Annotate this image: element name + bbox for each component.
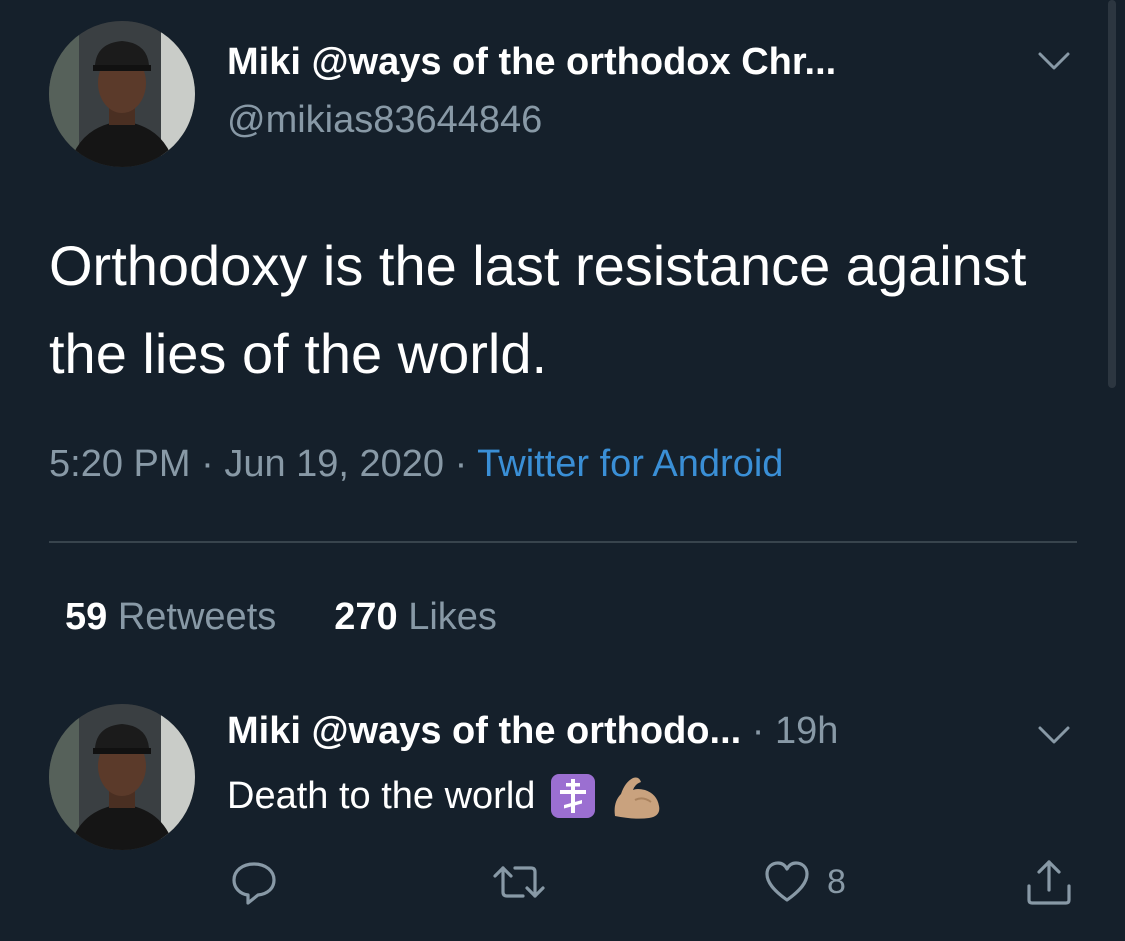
chevron-down-icon[interactable]	[1034, 48, 1074, 76]
reply-text-body: Death to the world	[227, 774, 536, 817]
likes-label: Likes	[408, 596, 497, 638]
avatar[interactable]	[49, 21, 195, 167]
chevron-down-icon[interactable]	[1034, 722, 1074, 750]
meta-separator: ·	[201, 443, 214, 485]
retweet-icon	[493, 866, 545, 898]
retweets-label: Retweets	[117, 596, 277, 638]
tweet-time[interactable]: 5:20 PM	[49, 443, 191, 485]
reply-display-name[interactable]: Miki @ways of the orthodo...	[227, 710, 741, 752]
likes-count: 270	[334, 596, 398, 638]
meta-separator: ·	[454, 443, 468, 485]
profile-photo	[49, 704, 195, 850]
reply-avatar[interactable]	[49, 704, 195, 850]
tweet-date[interactable]: Jun 19, 2020	[224, 443, 444, 485]
user-handle[interactable]: @mikias83644846	[227, 99, 542, 142]
reply-time[interactable]: · 19h	[752, 710, 839, 752]
tweet-source-link[interactable]: Twitter for Android	[477, 443, 783, 485]
reply-text: Death to the world	[227, 772, 660, 820]
reply-button[interactable]	[228, 856, 280, 908]
retweets-stat[interactable]: 59 Retweets	[65, 596, 276, 638]
like-button[interactable]: 8	[763, 856, 846, 908]
retweets-count: 59	[65, 596, 108, 638]
profile-photo	[49, 21, 195, 167]
retweet-button[interactable]	[491, 856, 547, 908]
heart-icon	[765, 861, 809, 902]
share-button[interactable]	[1023, 856, 1075, 908]
divider	[49, 541, 1077, 543]
scrollbar[interactable]	[1108, 0, 1116, 388]
share-icon	[1027, 860, 1071, 905]
flexed-biceps-emoji	[611, 772, 660, 820]
likes-stat[interactable]: 270 Likes	[334, 596, 497, 638]
reply-icon	[232, 862, 276, 905]
tweet-text: Orthodoxy is the last resistance against…	[49, 234, 1027, 385]
tweet-detail-screen: Miki @ways of the orthodox Chr... @mikia…	[0, 0, 1125, 941]
display-name[interactable]: Miki @ways of the orthodox Chr...	[227, 41, 836, 84]
tweet-meta: 5:20 PM · Jun 19, 2020 · Twitter for And…	[49, 443, 783, 486]
reply-header: Miki @ways of the orthodo... · 19h	[227, 710, 838, 753]
orthodox-cross-emoji	[549, 772, 597, 820]
reply-like-count: 8	[827, 862, 846, 901]
tweet-stats: 59 Retweets 270 Likes	[65, 596, 497, 639]
